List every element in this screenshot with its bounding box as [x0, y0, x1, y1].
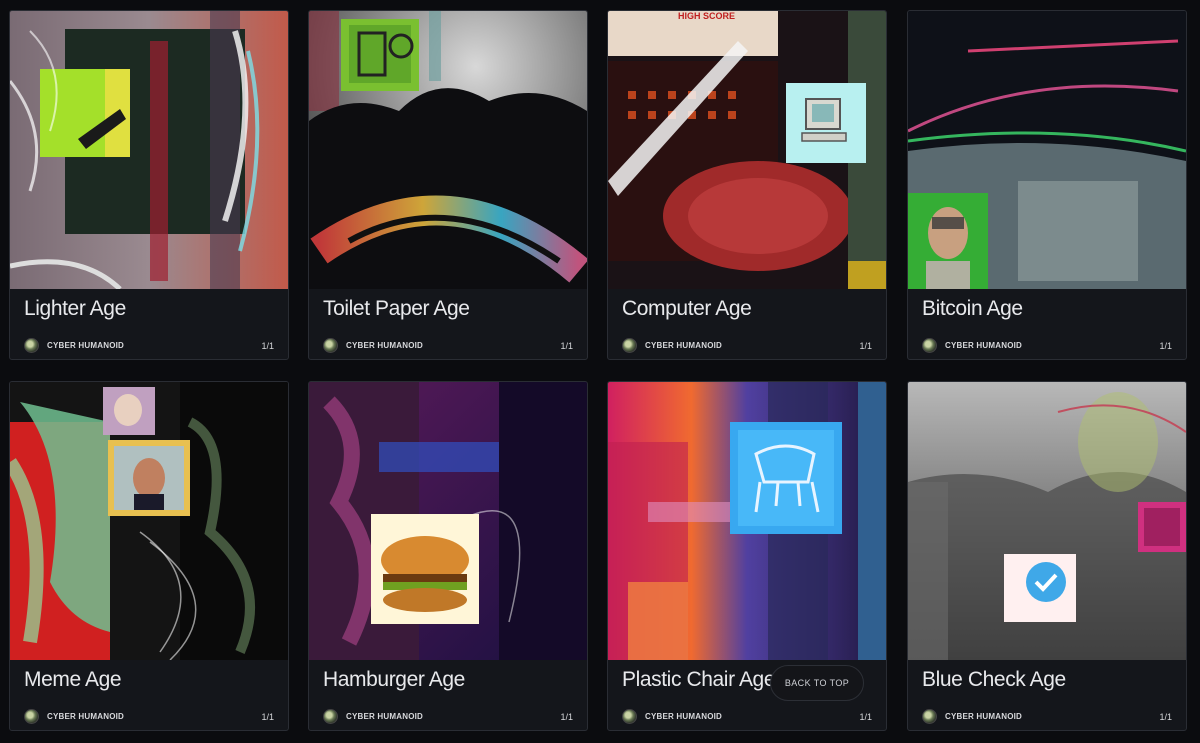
card-title[interactable]: Computer Age [622, 297, 752, 321]
edition-count: 1/1 [261, 712, 274, 722]
artwork-lighter-age[interactable] [10, 11, 288, 289]
creator-avatar[interactable] [622, 338, 637, 353]
creator-name[interactable]: CYBER HUMANOID [47, 712, 124, 721]
creator-avatar[interactable] [622, 709, 637, 724]
card-title[interactable]: Hamburger Age [323, 668, 465, 692]
edition-count: 1/1 [1159, 712, 1172, 722]
creator-name[interactable]: CYBER HUMANOID [346, 341, 423, 350]
nft-card-computer-age[interactable]: HIGH SCORE Computer Age CYBER HUMANOID 1… [607, 10, 887, 360]
edition-count: 1/1 [1159, 341, 1172, 351]
card-title[interactable]: Blue Check Age [922, 668, 1066, 692]
artwork-toilet-paper-age[interactable] [309, 11, 587, 289]
creator-avatar[interactable] [323, 709, 338, 724]
artwork-blue-check-age[interactable] [908, 382, 1186, 660]
nft-card-lighter-age[interactable]: Lighter Age CYBER HUMANOID 1/1 [9, 10, 289, 360]
back-to-top-button[interactable]: BACK TO TOP [770, 665, 864, 701]
artwork-plastic-chair-age[interactable] [608, 382, 886, 660]
artwork-meme-age[interactable] [10, 382, 288, 660]
creator-name[interactable]: CYBER HUMANOID [346, 712, 423, 721]
nft-card-toilet-paper-age[interactable]: Toilet Paper Age CYBER HUMANOID 1/1 [308, 10, 588, 360]
edition-count: 1/1 [859, 712, 872, 722]
card-title[interactable]: Lighter Age [24, 297, 126, 321]
creator-avatar[interactable] [922, 338, 937, 353]
nft-card-bitcoin-age[interactable]: Bitcoin Age CYBER HUMANOID 1/1 [907, 10, 1187, 360]
creator-name[interactable]: CYBER HUMANOID [47, 341, 124, 350]
artwork-computer-age[interactable]: HIGH SCORE [608, 11, 886, 289]
edition-count: 1/1 [261, 341, 274, 351]
creator-name[interactable]: CYBER HUMANOID [645, 712, 722, 721]
card-title[interactable]: Bitcoin Age [922, 297, 1023, 321]
creator-name[interactable]: CYBER HUMANOID [945, 712, 1022, 721]
nft-card-blue-check-age[interactable]: Blue Check Age CYBER HUMANOID 1/1 [907, 381, 1187, 731]
creator-name[interactable]: CYBER HUMANOID [945, 341, 1022, 350]
creator-avatar[interactable] [922, 709, 937, 724]
edition-count: 1/1 [560, 712, 573, 722]
nft-card-meme-age[interactable]: Meme Age CYBER HUMANOID 1/1 [9, 381, 289, 731]
high-score-label: HIGH SCORE [678, 11, 735, 21]
nft-card-hamburger-age[interactable]: Hamburger Age CYBER HUMANOID 1/1 [308, 381, 588, 731]
card-title[interactable]: Plastic Chair Age [622, 668, 776, 692]
card-title[interactable]: Toilet Paper Age [323, 297, 470, 321]
creator-name[interactable]: CYBER HUMANOID [645, 341, 722, 350]
artwork-bitcoin-age[interactable] [908, 11, 1186, 289]
edition-count: 1/1 [560, 341, 573, 351]
card-title[interactable]: Meme Age [24, 668, 122, 692]
creator-avatar[interactable] [323, 338, 338, 353]
edition-count: 1/1 [859, 341, 872, 351]
creator-avatar[interactable] [24, 338, 39, 353]
creator-avatar[interactable] [24, 709, 39, 724]
artwork-hamburger-age[interactable] [309, 382, 587, 660]
